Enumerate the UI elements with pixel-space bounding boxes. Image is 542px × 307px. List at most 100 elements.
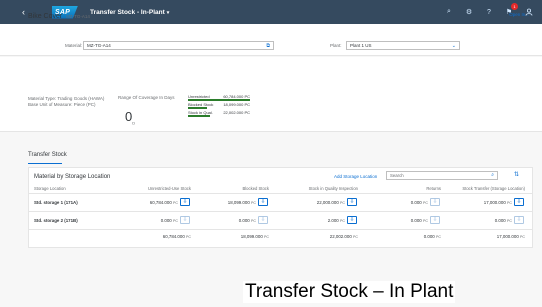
slide-caption: Transfer Stock – In Plant <box>243 281 456 303</box>
material-label: Material: <box>65 43 83 48</box>
returns-cell: 0.000 PC <box>411 200 428 205</box>
cell-value: 17,000.000 <box>483 200 506 205</box>
search-icon[interactable]: ⌕ <box>491 172 494 178</box>
search-icon[interactable]: ⌕ <box>444 7 454 17</box>
cell-value: 18,099.000 <box>227 200 250 205</box>
object-subtitle: MZ-TG-A14 <box>66 14 90 19</box>
row-divider <box>29 211 532 212</box>
shell-bar: ‹ SAP Transfer Stock - In-Plant ▾ ⌕ ⚙ ? ⚑… <box>0 0 542 24</box>
transfer-icon: ⇩ <box>432 199 438 205</box>
material-type-attr: Material Type: Trading Goods (HAWA) <box>28 96 105 101</box>
cell-value: 0.000 <box>423 234 435 239</box>
range-of-coverage-value: 0D <box>125 109 135 126</box>
cell-value: 22,002.000 <box>329 234 352 239</box>
table-settings-icon[interactable]: ⇅ <box>514 171 519 178</box>
row-divider <box>29 229 532 230</box>
unit-label: PC <box>507 219 512 223</box>
cell-value: 0.000 <box>160 218 172 223</box>
range-unit: D <box>132 120 136 126</box>
transfer-cell: 0.000 PC <box>495 218 512 223</box>
stock-indicator-value: 18,099.000 PC <box>223 102 250 107</box>
material-value: MZ-TG-A14 <box>87 43 111 48</box>
cell-value: 0.000 <box>410 218 422 223</box>
object-title-text: Bike Cover <box>28 13 63 20</box>
table-title: Material by Storage Location <box>34 174 111 180</box>
cell-value: 0.000 <box>494 218 506 223</box>
transfer-button[interactable]: ⇩ <box>347 198 357 206</box>
plant-select[interactable]: Plant 1 US ⌄ <box>346 41 460 50</box>
unit-label: PC <box>251 219 256 223</box>
cell-value: 18,099.000 <box>240 234 263 239</box>
transfer-icon: ⇩ <box>349 217 355 223</box>
cell-value: 0.000 <box>238 218 250 223</box>
unit-label: PC <box>264 235 269 239</box>
notification-badge: 1 <box>511 3 518 10</box>
base-unit-attr: Base Unit of Measure: Piece (PC) <box>28 102 96 107</box>
material-input[interactable]: MZ-TG-A14 ⧉ <box>83 41 274 50</box>
filter-bar <box>0 24 542 56</box>
unit-label: PC <box>520 235 525 239</box>
blocked-cell: 0.000 PC <box>239 218 256 223</box>
object-title: Bike Cover MZ-TG-A14 <box>28 13 90 20</box>
stock-indicator-bar <box>188 107 207 109</box>
stock-indicator-value: 22,002.000 PC <box>223 110 250 115</box>
chevron-down-icon: ▾ <box>166 9 170 16</box>
unit-label: PC <box>251 201 256 205</box>
unit-label: PC <box>340 219 345 223</box>
column-header-storage-location: Storage Location <box>34 186 66 191</box>
settings-icon[interactable]: ⚙ <box>464 7 474 17</box>
total-unrestricted: 60,784.000 PC <box>163 234 191 239</box>
transfer-icon: ⇩ <box>432 217 438 223</box>
transfer-icon: ⇩ <box>260 199 266 205</box>
section-tab-underline <box>28 163 62 164</box>
transfer-icon: ⇩ <box>349 199 355 205</box>
search-input[interactable]: Search ⌕ <box>386 171 498 180</box>
app-title-text: Transfer Stock - In-Plant <box>90 8 165 16</box>
blocked-cell: 18,099.000 PC <box>228 200 256 205</box>
cell-value: 22,000.000 <box>316 200 339 205</box>
cell-value: 2.000 <box>327 218 339 223</box>
stock-indicator-bar <box>188 99 250 101</box>
total-transfer: 17,000.000 PC <box>497 234 525 239</box>
transfer-button[interactable]: ⇩ <box>180 198 190 206</box>
unit-label: PC <box>423 219 428 223</box>
cell-value: 60,784.000 <box>149 200 172 205</box>
transfer-button[interactable]: ⇩ <box>180 216 190 224</box>
help-icon[interactable]: ? <box>484 7 494 17</box>
transfer-button[interactable]: ⇩ <box>430 198 440 206</box>
open-in-link[interactable]: Open In... <box>509 12 529 17</box>
quality-cell: 22,000.000 PC <box>317 200 345 205</box>
transfer-button[interactable]: ⇩ <box>258 216 268 224</box>
value-help-icon[interactable]: ⧉ <box>266 43 270 49</box>
transfer-icon: ⇩ <box>182 199 188 205</box>
transfer-button[interactable]: ⇩ <box>258 198 268 206</box>
storage-location-cell: Std. storage 1 (171A) <box>34 200 78 205</box>
transfer-button[interactable]: ⇩ <box>514 216 524 224</box>
cell-value: 60,784.000 <box>162 234 185 239</box>
unit-label: PC <box>353 235 358 239</box>
storage-location-cell: Std. storage 2 (171B) <box>34 218 78 223</box>
cell-value: 17,000.000 <box>496 234 519 239</box>
transfer-button[interactable]: ⇩ <box>430 216 440 224</box>
transfer-button[interactable]: ⇩ <box>514 198 524 206</box>
transfer-icon: ⇩ <box>516 217 522 223</box>
total-returns: 0.000 PC <box>424 234 441 239</box>
unit-label: PC <box>186 235 191 239</box>
transfer-button[interactable]: ⇩ <box>347 216 357 224</box>
add-storage-location-button[interactable]: Add Storage Location <box>334 174 377 179</box>
unit-label: PC <box>173 201 178 205</box>
unit-label: PC <box>507 201 512 205</box>
unrestricted-cell: 0.000 PC <box>161 218 178 223</box>
unit-label: PC <box>340 201 345 205</box>
object-header <box>0 57 542 132</box>
section-title[interactable]: Transfer Stock <box>28 152 67 158</box>
total-blocked: 18,099.000 PC <box>241 234 269 239</box>
column-header-unrestricted: Unrestricted-Use Stock <box>147 186 191 191</box>
range-of-coverage-label: Range Of Coverage In Days <box>118 95 175 100</box>
returns-cell: 0.000 PC <box>411 218 428 223</box>
chevron-down-icon: ⌄ <box>451 43 456 49</box>
header-divider <box>29 193 532 194</box>
app-title[interactable]: Transfer Stock - In-Plant ▾ <box>90 9 169 16</box>
plant-label: Plant: <box>330 43 342 48</box>
unit-label: PC <box>436 235 441 239</box>
